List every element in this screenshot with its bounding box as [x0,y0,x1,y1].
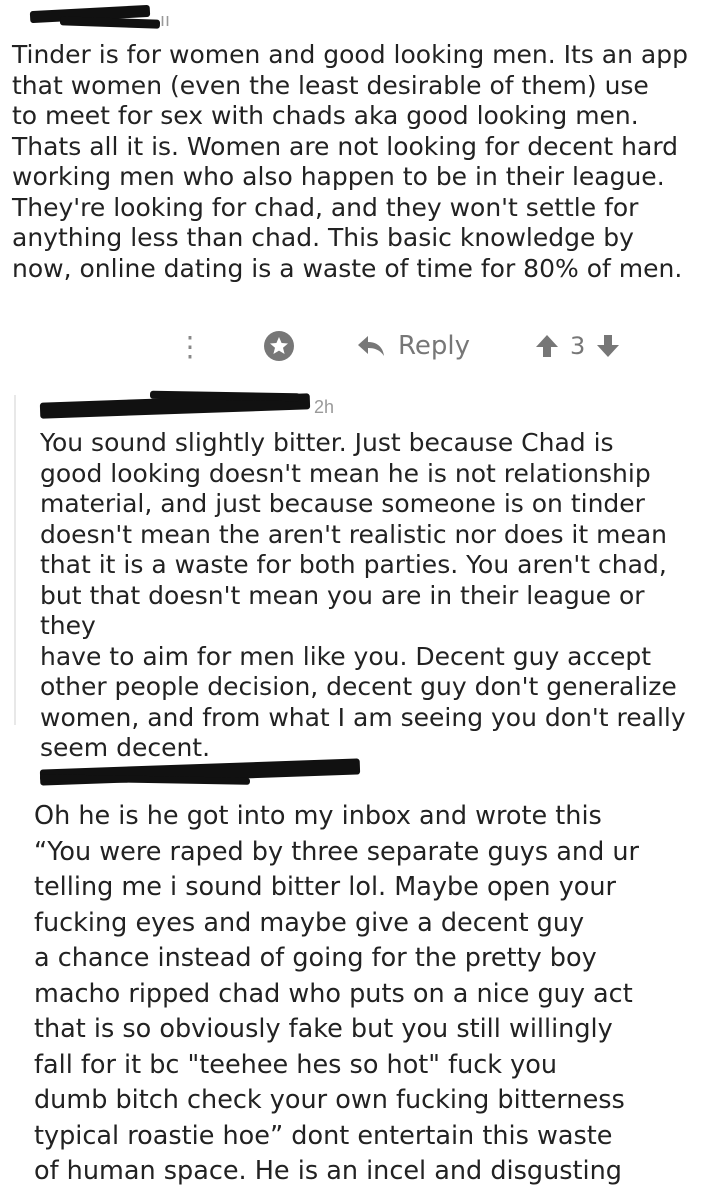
reply-button[interactable]: Reply [356,331,470,361]
comment-body: You sound slightly bitter. Just because … [40,428,686,762]
comment-action-bar: ⋮ Reply 3 [170,323,650,369]
arrow-down-icon[interactable] [595,333,621,359]
redacted-username-scribble [59,16,161,29]
comment-body: Tinder is for women and good looking men… [12,40,688,283]
reply-label: Reply [398,331,471,361]
vote-controls: 3 [534,332,621,360]
comment-time: 2h [314,397,335,417]
arrow-up-icon[interactable] [534,333,560,359]
thread-line [14,395,16,725]
vote-score: 3 [570,332,586,360]
comment-meta: ıı [160,10,171,30]
comment-body: Oh he is he got into my inbox and wrote … [34,801,640,1186]
more-vertical-icon[interactable]: ⋮ [170,330,210,363]
reply-arrow-icon [358,336,384,356]
award-icon[interactable] [262,329,296,363]
